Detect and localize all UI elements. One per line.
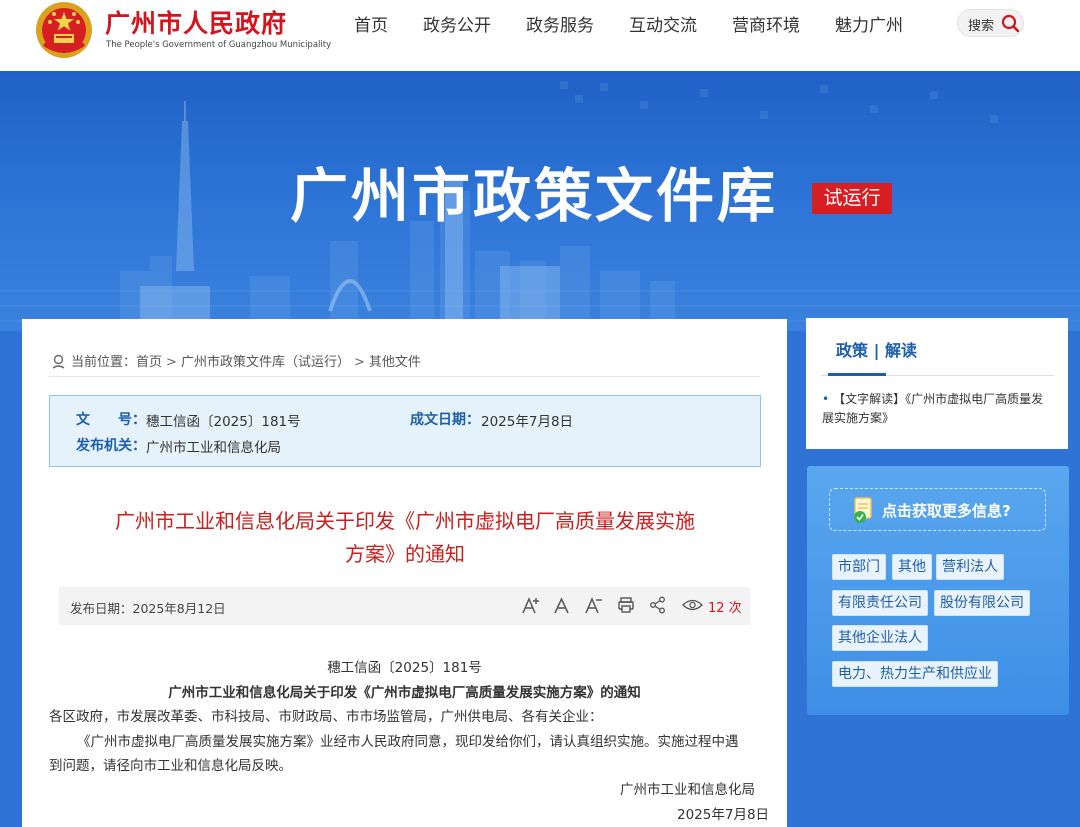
more-info-label: 点击获取更多信息? — [882, 502, 1011, 520]
written-date-value: 2025年7月8日 — [481, 414, 574, 430]
title-accent-bar — [828, 373, 886, 376]
national-emblem-icon[interactable] — [34, 0, 94, 60]
tag-for-profit-corporation[interactable]: 营利法人 — [936, 554, 1004, 580]
tag-joint-stock-company[interactable]: 股份有限公司 — [934, 590, 1030, 616]
publish-date: 发布日期：2025年8月12日 — [70, 601, 226, 616]
tag-city-department[interactable]: 市部门 — [832, 554, 886, 580]
written-date-label: 成文日期： — [410, 412, 480, 428]
more-info-button[interactable]: 点击获取更多信息? — [829, 488, 1046, 531]
tag-other-enterprise-legal-person[interactable]: 其他企业法人 — [832, 625, 928, 651]
eye-icon — [682, 599, 703, 611]
banner-title: 广州市政策文件库 — [290, 162, 779, 230]
search-button[interactable]: 搜索 — [957, 9, 1024, 37]
breadcrumb-home[interactable]: 首页 — [136, 355, 162, 370]
issuer-label: 发布机关： — [76, 438, 146, 454]
issuer-value: 广州市工业和信息化局 — [146, 440, 281, 456]
nav-gov-services[interactable]: 政务服务 — [526, 11, 594, 36]
document-title: 广州市工业和信息化局关于印发《广州市虚拟电厂高质量发展实施 方案》的通知 — [62, 505, 748, 571]
share-icon[interactable] — [649, 596, 666, 614]
view-count: 12 次 — [708, 601, 742, 616]
tag-other[interactable]: 其他 — [892, 554, 932, 580]
breadcrumb-other-files[interactable]: 其他文件 — [369, 355, 421, 370]
document-title-line1: 广州市工业和信息化局关于印发《广州市虚拟电厂高质量发展实施 — [115, 509, 695, 533]
doc-number-value: 穗工信函〔2025〕181号 — [146, 414, 301, 430]
search-label: 搜索 — [968, 19, 995, 34]
interpretation-link[interactable]: • 【文字解读】《广州市虚拟电厂高质量发展实施方案》 — [822, 390, 1054, 428]
document-meta-box: 文 号： 穗工信函〔2025〕181号 成文日期： 2025年7月8日 发布机关… — [49, 395, 761, 467]
breadcrumb-prefix: 当前位置： — [71, 355, 137, 370]
article-toolbar: 发布日期：2025年8月12日 12 次 — [59, 587, 750, 625]
tag-power-heat-supply-industry[interactable]: 电力、热力生产和供应业 — [832, 661, 998, 687]
side-card-title: 政策 | 解读 — [836, 341, 917, 360]
nav-interaction[interactable]: 互动交流 — [629, 11, 697, 36]
main-content: 当前位置：首页 > 广州市政策文件库（试运行） > 其他文件 文 号： 穗工信函〔202… — [22, 319, 787, 827]
breadcrumb: 当前位置：首页 > 广州市政策文件库（试运行） > 其他文件 — [52, 351, 421, 370]
font-increase-icon[interactable] — [521, 596, 541, 616]
policy-interpretation-card: 政策 | 解读 • 【文字解读】《广州市虚拟电厂高质量发展实施方案》 — [806, 318, 1068, 449]
breadcrumb-separator: > — [353, 355, 365, 370]
info-document-icon — [854, 497, 872, 523]
nav-gov-affairs-open[interactable]: 政务公开 — [423, 11, 491, 36]
font-decrease-icon[interactable] — [584, 596, 604, 616]
document-title-line2: 方案》的通知 — [345, 542, 465, 566]
doc-recipients: 各区政府，市发展改革委、市科技局、市财政局、市市场监管局，广州供电局、各有关企业… — [49, 709, 603, 725]
main-nav: 首页 政务公开 政务服务 互动交流 营商环境 魅力广州 — [354, 11, 938, 36]
nav-charm-guangzhou[interactable]: 魅力广州 — [835, 11, 903, 36]
doc-number-label: 文 号： — [76, 412, 146, 428]
breadcrumb-separator: > — [166, 355, 177, 370]
signature-org: 广州市工业和信息化局 — [620, 782, 755, 798]
tag-limited-liability-company[interactable]: 有限责任公司 — [832, 590, 928, 616]
interpretation-link-text: 【文字解读】《广州市虚拟电厂高质量发展实施方案》 — [822, 392, 1044, 425]
doc-paragraph-line1: 《广州市虚拟电厂高质量发展实施方案》业经市人民政府同意，现印发给你们，请认真组织… — [77, 734, 739, 750]
signature-date: 2025年7月8日 — [677, 807, 770, 823]
location-pin-icon — [52, 354, 65, 369]
trial-badge: 试运行 — [812, 183, 892, 214]
search-icon — [1001, 14, 1020, 33]
doc-number-line: 穗工信函〔2025〕181号 — [327, 660, 482, 676]
divider — [49, 376, 760, 377]
print-icon[interactable] — [617, 596, 635, 614]
nav-business-environment[interactable]: 营商环境 — [732, 11, 800, 36]
font-default-icon[interactable] — [553, 596, 571, 616]
banner: 广州市政策文件库 试运行 — [0, 71, 1080, 331]
breadcrumb-policy-library[interactable]: 广州市政策文件库（试运行） — [181, 355, 350, 370]
site-name[interactable]: 广州市人民政府 — [105, 4, 287, 40]
doc-paragraph-line2: 到问题，请径向市工业和信息化局反映。 — [49, 758, 292, 774]
top-header: 广州市人民政府 The People's Government of Guang… — [0, 0, 1080, 71]
site-name-english: The People's Government of Guangzhou Mun… — [106, 40, 332, 50]
bullet: • — [822, 392, 830, 406]
more-info-panel: 点击获取更多信息? 市部门 其他 营利法人 有限责任公司 股份有限公司 其他企业… — [807, 466, 1069, 715]
doc-heading: 广州市工业和信息化局关于印发《广州市虚拟电厂高质量发展实施方案》的通知 — [168, 685, 641, 701]
nav-home[interactable]: 首页 — [354, 11, 388, 36]
